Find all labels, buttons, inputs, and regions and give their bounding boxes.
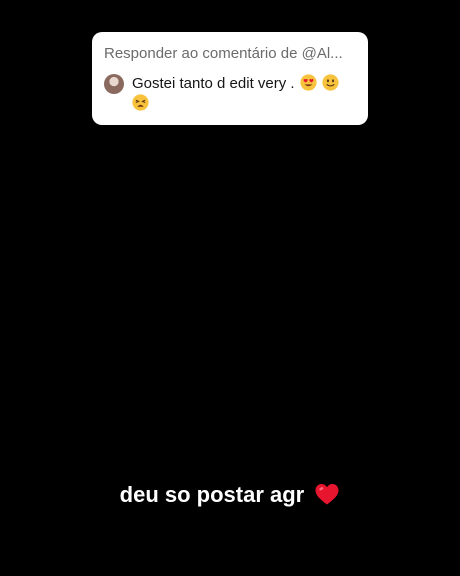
red-heart-emoji-icon: [315, 484, 339, 505]
reply-comment-card[interactable]: Responder ao comentário de @Al... Gostei…: [92, 32, 368, 125]
video-caption: deu so postar agr: [0, 480, 460, 510]
comment-body: Gostei tanto d edit very .: [132, 74, 347, 114]
caption-text: deu so postar agr: [119, 482, 305, 507]
comment-row: Gostei tanto d edit very .: [104, 74, 356, 114]
slightly-smiling-emoji-icon: [322, 74, 339, 91]
comment-text: Gostei tanto d edit very .: [132, 75, 295, 92]
heart-eyes-emoji-icon: [300, 74, 317, 91]
reply-header: Responder ao comentário de @Al...: [104, 45, 343, 62]
tired-face-emoji-icon: [132, 94, 149, 111]
avatar: [104, 74, 124, 94]
video-screen: Responder ao comentário de @Al... Gostei…: [0, 0, 460, 576]
